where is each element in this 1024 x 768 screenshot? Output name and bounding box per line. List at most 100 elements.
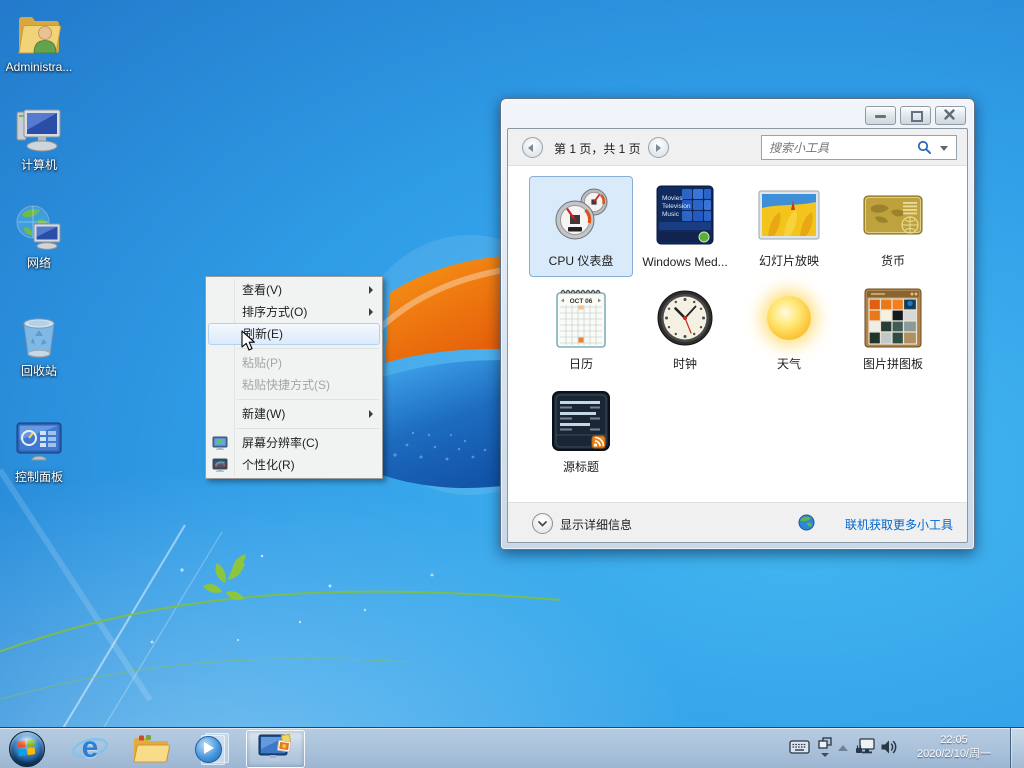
network-icon [14, 204, 64, 254]
taskbar-internet-explorer[interactable]: e [68, 728, 112, 768]
gadget-calendar[interactable]: OCT 06 日历 [529, 279, 633, 380]
volume-tray-icon[interactable] [880, 738, 898, 756]
media-player-icon [195, 731, 229, 765]
mouse-cursor [241, 330, 257, 352]
desktop-context-menu: 查看(V) 排序方式(O) 刷新(E) 粘贴(P) 粘贴快捷方式(S) 新建(W… [205, 276, 383, 479]
show-hidden-icons-button[interactable] [838, 745, 848, 751]
desktop: Administra... 计算机 [0, 0, 1024, 768]
slideshow-icon [738, 182, 840, 248]
restore-button[interactable] [900, 106, 931, 125]
gadget-label: 日历 [532, 355, 630, 372]
close-icon [936, 107, 963, 122]
cpu-meter-icon [530, 182, 632, 248]
svg-text:Television: Television [662, 203, 691, 210]
search-input[interactable] [767, 138, 921, 157]
submenu-arrow-icon [369, 308, 373, 316]
next-page-button[interactable] [648, 137, 669, 158]
gadget-windows-media-center[interactable]: Movies Television Music Windows Med... [633, 176, 737, 277]
menu-item-personalize[interactable]: 个性化(R) [206, 454, 382, 476]
show-desktop-button[interactable] [1010, 728, 1024, 768]
menu-separator [237, 348, 379, 349]
personalize-icon [212, 457, 228, 473]
gadget-weather[interactable]: 天气 [737, 279, 841, 380]
gadget-label: 货币 [844, 252, 942, 269]
language-bar-icon[interactable] [817, 737, 833, 759]
gadget-label: 时钟 [636, 355, 734, 372]
start-button[interactable] [9, 731, 45, 767]
sun-icon [738, 285, 840, 351]
prev-page-button[interactable] [522, 137, 543, 158]
show-details-button[interactable] [532, 513, 553, 534]
desktop-icon-label: 计算机 [0, 158, 78, 172]
clock-icon [634, 285, 736, 351]
right-arrow-icon [656, 144, 661, 152]
left-arrow-icon [528, 144, 533, 152]
gadget-clock[interactable]: 时钟 [633, 279, 737, 380]
user-folder-icon [14, 8, 64, 58]
gadget-label: 天气 [740, 355, 838, 372]
taskbar-explorer[interactable] [129, 728, 173, 768]
screen-resolution-icon [212, 435, 228, 451]
currency-icon [842, 182, 944, 248]
clock-date: 2020/2/10/周一 [906, 747, 1002, 761]
gadget-toolbar: 第 1 页，共 1 页 [508, 129, 967, 165]
windows-logo-icon [10, 732, 44, 766]
gadget-label: 图片拼图板 [844, 355, 942, 372]
media-center-icon: Movies Television Music [634, 182, 736, 248]
taskbar-gadget-gallery-active[interactable] [246, 730, 305, 768]
menu-item-refresh[interactable]: 刷新(E) [208, 323, 380, 345]
menu-item-sort-by[interactable]: 排序方式(O) [206, 301, 382, 323]
page-status: 第 1 页，共 1 页 [554, 140, 641, 157]
desktop-icon-label: 控制面板 [0, 470, 78, 484]
gadget-label: Windows Med... [636, 255, 734, 269]
taskbar-clock[interactable]: 22:05 2020/2/10/周一 [906, 733, 1002, 761]
gadget-picture-puzzle[interactable]: 图片拼图板 [841, 279, 945, 380]
feed-headlines-icon [530, 388, 632, 454]
gadget-currency[interactable]: 货币 [841, 176, 945, 277]
gadget-cpu-meter[interactable]: CPU 仪表盘 [529, 176, 633, 277]
desktop-icon-network[interactable]: 网络 [0, 204, 78, 270]
menu-separator [237, 428, 379, 429]
svg-text:OCT 06: OCT 06 [570, 298, 593, 305]
menu-item-view[interactable]: 查看(V) [206, 279, 382, 301]
desktop-icon-label: 网络 [0, 256, 78, 270]
calendar-icon: OCT 06 [530, 285, 632, 351]
gadget-gallery-window: 第 1 页，共 1 页 [500, 98, 975, 550]
gadget-label: CPU 仪表盘 [532, 252, 630, 269]
desktop-icon-computer[interactable]: 计算机 [0, 106, 78, 172]
gadget-window-client: 第 1 页，共 1 页 [507, 128, 968, 543]
desktop-icon-label: Administra... [0, 60, 78, 74]
restore-icon [911, 111, 923, 122]
search-icon [917, 140, 932, 155]
computer-icon [14, 106, 64, 156]
input-keyboard-icon[interactable] [789, 740, 810, 754]
svg-text:Music: Music [662, 211, 680, 218]
minimize-button[interactable] [865, 106, 896, 125]
get-more-gadgets-link[interactable]: 联机获取更多小工具 [845, 516, 953, 533]
desktop-icon-administrator[interactable]: Administra... [0, 8, 78, 74]
minimize-icon [875, 115, 886, 118]
desktop-icon-label: 回收站 [0, 364, 78, 378]
gadget-label: 幻灯片放映 [740, 252, 838, 269]
puzzle-icon [842, 285, 944, 351]
folder-icon [132, 733, 170, 764]
close-button[interactable] [935, 106, 966, 125]
show-details-label[interactable]: 显示详细信息 [560, 516, 632, 533]
submenu-arrow-icon [369, 410, 373, 418]
gadget-gallery-icon [257, 733, 295, 765]
control-panel-icon [14, 418, 64, 468]
search-dropdown-icon[interactable] [940, 146, 948, 151]
menu-item-paste-shortcut[interactable]: 粘贴快捷方式(S) [206, 374, 382, 396]
menu-separator [237, 399, 379, 400]
desktop-icon-control-panel[interactable]: 控制面板 [0, 418, 78, 484]
menu-item-paste[interactable]: 粘贴(P) [206, 352, 382, 374]
network-tray-icon[interactable] [855, 738, 875, 757]
taskbar-media-player[interactable] [190, 728, 234, 768]
menu-item-screen-resolution[interactable]: 屏幕分辨率(C) [206, 432, 382, 454]
chevron-down-icon [533, 514, 552, 533]
menu-item-new[interactable]: 新建(W) [206, 403, 382, 425]
gadget-slideshow[interactable]: 幻灯片放映 [737, 176, 841, 277]
globe-icon [798, 514, 815, 531]
desktop-icon-recycle-bin[interactable]: 回收站 [0, 312, 78, 378]
gadget-feed-headlines[interactable]: 源标题 [529, 382, 633, 483]
